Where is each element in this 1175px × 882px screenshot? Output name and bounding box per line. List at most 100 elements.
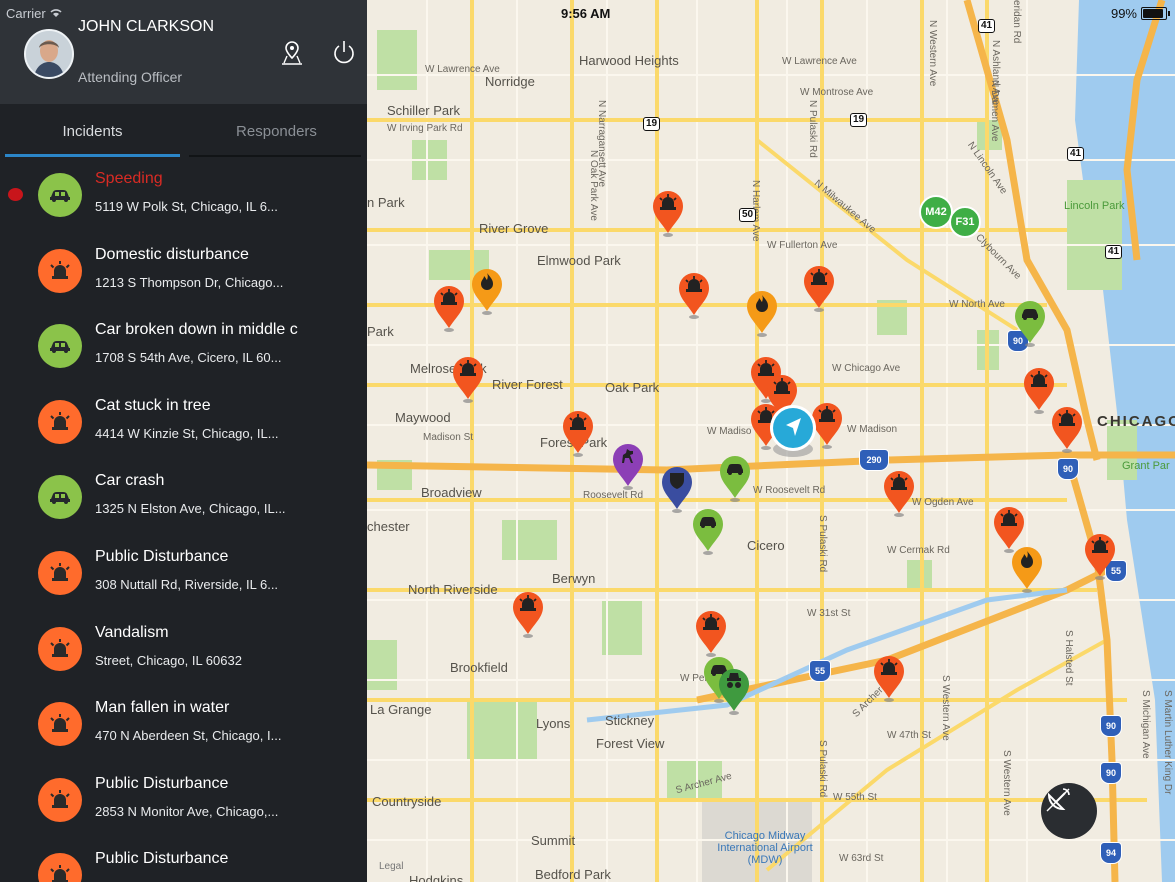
incident-title: Car broken down in middle c [95,321,298,339]
incident-item[interactable]: Cat stuck in tree 4414 W Kinzie St, Chica… [0,385,367,461]
siren-incident-marker[interactable] [511,591,545,639]
siren-incident-marker[interactable] [651,190,685,238]
map-label-midway-airport: Chicago Midway International Airport (MD… [717,830,813,866]
incident-list: Speeding 5119 W Polk St, Chicago, IL 6...… [0,158,367,882]
map-label-berwyn: Berwyn [552,571,596,586]
siren-incident-marker[interactable] [1083,533,1117,581]
incident-title: Public Disturbance [95,547,229,565]
map-label-lincoln-park: Lincoln Park [1064,200,1125,212]
incident-item[interactable]: Domestic disturbance 1213 S Thompson Dr, … [0,234,367,310]
siren-incident-marker[interactable] [432,285,466,333]
incident-address: 470 N Aberdeen St, Chicago, I... [95,728,282,744]
map-label-lyons: Lyons [536,716,571,731]
dog-incident-marker[interactable] [611,443,645,491]
status-bar: Carrier 9:56 AM 99% [0,0,1175,28]
map-label-norridge: Norridge [485,74,535,89]
street-pulaski: S Pulaski Rd [817,515,828,573]
siren-incident-marker[interactable] [1050,406,1084,454]
fire-incident-marker[interactable] [470,268,504,316]
map-label-river-forest: River Forest [492,377,563,392]
incident-title: Vandalism [95,623,169,641]
incident-item[interactable]: Public Disturbance 308 Nuttall Rd, Rivers… [0,536,367,612]
map-label-harwood-heights: Harwood Heights [579,53,679,68]
tab-bar: Incidents Responders [0,104,367,158]
car-incident-marker[interactable] [1013,300,1047,348]
interstate-shield: 55 [809,660,831,682]
location-pin-icon [282,41,302,65]
car-incident-marker[interactable] [691,508,725,556]
route-shield: 50 [739,208,757,222]
street-47th: W 47th St [887,730,931,741]
map-view[interactable]: Harwood Heights Norridge Schiller Park n… [367,0,1175,882]
siren-icon [38,626,82,671]
avatar[interactable] [24,29,74,79]
incident-item[interactable]: Public Disturbance 2853 N Monitor Ave, Ch… [0,763,367,839]
sidebar: JOHN CLARKSON Attending Officer Incident… [0,0,367,882]
incident-item[interactable]: Man fallen in water 470 N Aberdeen St, Ch… [0,687,367,763]
incident-title: Speeding [95,170,163,187]
incident-address: 1325 N Elston Ave, Chicago, IL... [95,501,286,517]
siren-incident-marker[interactable] [882,470,916,518]
street-pulaski2: S Pulaski Rd [817,740,828,798]
siren-incident-marker[interactable] [872,655,906,703]
siren-icon [38,399,82,444]
incident-item[interactable]: Public Disturbance [0,838,367,882]
fire-incident-marker[interactable] [745,290,779,338]
logout-button[interactable] [329,38,359,68]
incident-item[interactable]: Car broken down in middle c 1708 S 54th A… [0,309,367,385]
street-mlk: S Martin Luther King Dr [1162,690,1173,795]
street-halsted: S Halsted St [1063,630,1074,686]
tab-responders[interactable]: Responders [189,104,364,158]
locate-me-button[interactable] [1041,783,1097,839]
map-marker-button[interactable] [277,38,307,68]
interstate-shield: 290 [859,449,889,471]
interstate-shield: 90 [1100,715,1122,737]
street-w-madison: W Madiso [707,426,752,437]
route-shield: 41 [1105,245,1123,259]
route-shield: 41 [1067,147,1085,161]
tab-incidents[interactable]: Incidents [5,104,180,158]
car-icon [38,324,82,369]
street-chicago-ave: W Chicago Ave [832,363,901,374]
battery-status: 99% [1111,6,1170,21]
map-label-river-grove: River Grove [479,221,549,236]
siren-incident-marker[interactable] [694,610,728,658]
street-31st: W 31st St [807,608,851,619]
shield-incident-marker[interactable] [660,466,694,514]
interstate-shield: 90 [1100,762,1122,784]
map-label-countryside: Countryside [372,794,442,809]
street-fullerton: W Fullerton Ave [767,240,838,251]
incident-address: 1213 S Thompson Dr, Chicago... [95,274,284,290]
siren-icon [38,702,82,747]
fire-incident-marker[interactable] [1010,546,1044,594]
power-icon [334,41,354,64]
transit-badge: M42 [919,195,953,229]
incident-item[interactable]: Speeding 5119 W Polk St, Chicago, IL 6... [0,158,367,234]
incident-item[interactable]: Car crash 1325 N Elston Ave, Chicago, IL.… [0,460,367,536]
interstate-shield: 90 [1057,458,1079,480]
spy-incident-marker[interactable] [717,668,751,716]
street-irving: W Irving Park Rd [387,123,463,134]
map-label-elmwood-park: Elmwood Park [537,253,621,268]
siren-incident-marker[interactable] [802,265,836,313]
wifi-icon [49,6,63,21]
map-label-schiller-park: Schiller Park [387,103,460,118]
street-western2: S Western Ave [1001,750,1012,816]
street-montrose2: W Montrose Ave [800,87,874,98]
incident-address: 308 Nuttall Rd, Riverside, IL 6... [95,576,279,592]
car-incident-marker[interactable] [718,455,752,503]
incident-address: 4414 W Kinzie St, Chicago, IL... [95,425,279,441]
transit-badge: F31 [949,206,981,238]
siren-incident-marker[interactable] [561,410,595,458]
street-western-n: N Western Ave [927,20,938,87]
map-label-la-grange: La Grange [370,702,432,717]
legal-link[interactable]: Legal [379,861,403,872]
incident-item[interactable]: Vandalism Street, Chicago, IL 60632 [0,612,367,688]
street-w-madison2: W Madison [847,424,898,435]
current-location-marker[interactable] [768,403,818,459]
satellite-dish-icon [1046,788,1070,812]
carrier-label: Carrier [6,6,63,21]
map-label-park-ridge: n Park [367,195,405,210]
siren-incident-marker[interactable] [677,272,711,320]
siren-incident-marker[interactable] [451,356,485,404]
